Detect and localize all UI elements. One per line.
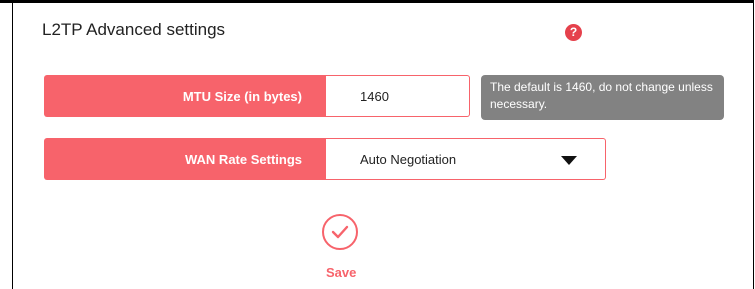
- question-icon[interactable]: ?: [565, 24, 582, 41]
- wan-rate-label: WAN Rate Settings: [44, 138, 326, 180]
- mtu-hint-tooltip: The default is 1460, do not change unles…: [481, 75, 724, 120]
- wan-rate-value: Auto Negotiation: [360, 151, 457, 167]
- mtu-field-box: [326, 75, 470, 117]
- frame-edge: [0, 0, 12, 3]
- wan-rate-select[interactable]: Auto Negotiation: [326, 138, 606, 180]
- page: L2TP Advanced settings ? MTU Size (in by…: [0, 0, 755, 289]
- mtu-row: MTU Size (in bytes): [44, 75, 470, 117]
- save-label[interactable]: Save: [326, 265, 356, 280]
- save-button[interactable]: [322, 214, 358, 250]
- mtu-input[interactable]: [360, 88, 460, 104]
- chevron-down-icon[interactable]: [561, 156, 577, 165]
- wan-rate-row: WAN Rate Settings Auto Negotiation: [44, 138, 606, 180]
- section-title: L2TP Advanced settings: [42, 20, 226, 39]
- check-circle-icon: [331, 225, 349, 239]
- mtu-label: MTU Size (in bytes): [44, 75, 326, 117]
